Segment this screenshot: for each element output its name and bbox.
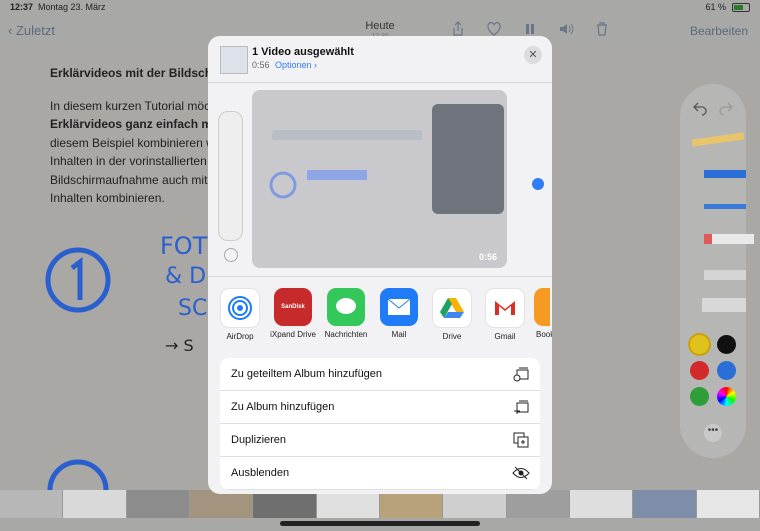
share-app-row: AirDrop SanDisk iXpand Drive Nachrichten… [208,288,552,350]
heart-icon[interactable] [486,21,502,37]
preview-number-4 [269,171,297,199]
preview-control-center [432,104,504,214]
divider [208,276,552,277]
options-link[interactable]: Optionen › [275,60,317,70]
app-label: Book [536,330,552,339]
google-drive-icon [432,288,472,328]
action-add-album[interactable]: Zu Album hinzufügen [220,391,540,424]
preview-handwriting [307,170,367,180]
nav-title: Heute [365,20,395,32]
preview-side-thumbnail[interactable] [218,111,243,241]
share-actions-list: Zu geteiltem Album hinzufügen Zu Album h… [220,358,540,490]
share-title: 1 Video ausgewählt [252,46,354,58]
selected-check-icon [532,178,544,190]
color-yellow[interactable] [690,335,709,354]
shared-album-add-icon [513,367,529,382]
action-label: Duplizieren [231,434,287,446]
edit-button[interactable]: Bearbeiten [690,24,748,38]
close-icon[interactable]: ✕ [524,46,542,64]
color-blue[interactable] [717,361,736,380]
marker-tool[interactable] [704,170,746,178]
share-app-gmail[interactable]: Gmail [480,288,530,341]
status-date: Montag 23. März [38,2,106,12]
color-black[interactable] [717,335,736,354]
nav-icons [450,21,610,37]
mail-icon [380,288,418,326]
handwritten-number-2 [47,459,109,490]
sandisk-icon: SanDisk [274,288,312,326]
status-bar: 12:37 Montag 23. März 61 % [0,0,760,14]
color-picker[interactable] [717,387,736,406]
action-label: Zu Album hinzufügen [231,401,335,413]
status-right: 61 % [705,2,750,12]
trash-icon[interactable] [594,21,610,37]
redo-icon[interactable] [718,100,734,116]
share-app-mail[interactable]: Mail [374,288,424,339]
app-label: AirDrop [226,332,254,341]
gmail-icon [485,288,525,328]
battery-icon [732,2,750,12]
share-sheet: 1 Video ausgewählt 0:56 Optionen › ✕ 0:5… [208,36,552,494]
handwriting-line: & D [165,264,207,289]
pen-tool[interactable] [704,204,746,209]
app-label: Gmail [494,332,516,341]
share-app-ixpand[interactable]: SanDisk iXpand Drive [268,288,318,339]
video-duration: 0:56 [252,60,270,70]
app-label: Nachrichten [324,330,368,339]
messages-icon [327,288,365,326]
unselected-circle-icon[interactable] [224,248,238,262]
eye-slash-icon [512,466,530,480]
action-label: Ausblenden [231,467,290,479]
options-label: Optionen [275,60,312,70]
preview-duration: 0:56 [478,252,497,262]
books-icon [534,288,550,326]
handwriting-line: → S [165,336,194,355]
speaker-icon[interactable] [558,21,574,37]
pencil-tool[interactable] [691,132,745,147]
share-sheet-header: 1 Video ausgewählt 0:56 Optionen › ✕ [208,36,552,82]
share-icon[interactable] [450,21,466,37]
eraser-tool[interactable] [704,234,754,244]
action-duplicate[interactable]: Duplizieren [220,424,540,457]
app-label: Mail [391,330,407,339]
airdrop-icon [220,288,260,328]
share-app-airdrop[interactable]: AirDrop [215,288,265,341]
action-hide[interactable]: Ausblenden [220,457,540,490]
more-icon[interactable]: ••• [704,424,722,442]
handwriting-line: SC [178,296,208,321]
share-app-books[interactable]: Book [528,288,552,339]
undo-icon[interactable] [692,100,708,116]
preview-blur-text [272,130,422,140]
app-label: Drive [442,332,462,341]
video-thumbnail [220,46,248,74]
share-app-drive[interactable]: Drive [427,288,477,341]
pause-icon[interactable] [522,21,538,37]
album-add-icon [514,400,529,414]
color-green[interactable] [690,387,709,406]
battery-percent: 61 % [705,2,726,12]
duplicate-icon [513,432,529,448]
share-app-messages[interactable]: Nachrichten [321,288,371,339]
video-filmstrip[interactable] [0,490,760,518]
home-indicator[interactable] [280,521,480,526]
lasso-tool[interactable] [704,270,746,280]
app-label: iXpand Drive [270,330,316,339]
divider [208,82,552,83]
tool-palette: ••• [680,84,754,458]
action-label: Zu geteiltem Album hinzufügen [231,368,383,380]
color-red[interactable] [690,361,709,380]
status-time: 12:37 [10,2,34,12]
action-add-shared-album[interactable]: Zu geteiltem Album hinzufügen [220,358,540,391]
ruler-tool[interactable] [702,298,746,312]
handwritten-number-1 [45,247,111,313]
video-preview[interactable]: 0:56 [252,90,507,268]
